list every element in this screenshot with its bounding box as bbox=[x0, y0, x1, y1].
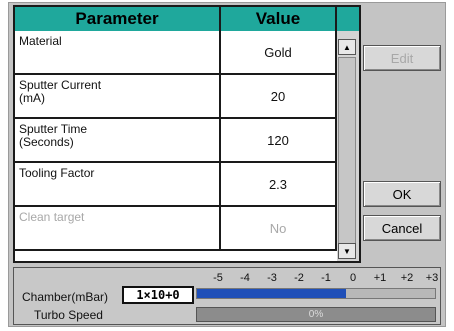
scale-tick-label: -5 bbox=[213, 272, 223, 284]
parameter-cell: Sputter Time (Seconds) bbox=[15, 119, 221, 161]
turbo-speed-value: 0% bbox=[308, 309, 324, 320]
edit-button[interactable]: Edit bbox=[363, 45, 441, 71]
scroll-up-icon[interactable]: ▲ bbox=[338, 39, 356, 55]
status-panel: -5 -4 -3 -2 -1 0 +1 +2 +3 Chamber(mBar) … bbox=[13, 267, 441, 325]
scroll-thumb[interactable] bbox=[338, 57, 356, 251]
pressure-scale: -5 -4 -3 -2 -1 0 +1 +2 +3 bbox=[196, 272, 442, 286]
sputter-settings-window: Parameter Value Material Gold Sputter Cu… bbox=[8, 2, 446, 327]
vertical-scrollbar[interactable]: ▲ ▼ bbox=[337, 31, 359, 261]
value-cell[interactable]: Gold bbox=[221, 31, 337, 73]
scale-tick-label: +3 bbox=[425, 272, 439, 284]
cancel-button[interactable]: Cancel bbox=[363, 215, 441, 241]
turbo-speed-label: Turbo Speed bbox=[34, 308, 103, 322]
scale-tick-label: -1 bbox=[321, 272, 331, 284]
turbo-speed-bar: 0% bbox=[196, 307, 436, 322]
table-row[interactable]: Sputter Time (Seconds) 120 bbox=[15, 119, 337, 163]
pressure-bar-fill bbox=[197, 289, 346, 298]
table-row[interactable]: Tooling Factor 2.3 bbox=[15, 163, 337, 207]
scroll-down-icon[interactable]: ▼ bbox=[338, 243, 356, 259]
parameter-cell: Sputter Current (mA) bbox=[15, 75, 221, 117]
scale-tick-label: 0 bbox=[349, 272, 357, 284]
table-row[interactable]: Material Gold bbox=[15, 31, 337, 75]
scale-tick-label: -4 bbox=[240, 272, 250, 284]
value-cell[interactable]: 20 bbox=[221, 75, 337, 117]
parameter-grid: Parameter Value Material Gold Sputter Cu… bbox=[13, 5, 361, 263]
value-cell: No bbox=[221, 207, 337, 249]
chamber-label: Chamber(mBar) bbox=[22, 290, 109, 304]
parameter-column-header: Parameter bbox=[15, 7, 221, 31]
parameter-cell: Clean target bbox=[15, 207, 221, 249]
value-cell[interactable]: 2.3 bbox=[221, 163, 337, 205]
table-row[interactable]: Sputter Current (mA) 20 bbox=[15, 75, 337, 119]
chamber-pressure-readout: 1×10+0 bbox=[122, 286, 194, 304]
pressure-bar bbox=[196, 288, 436, 299]
header-corner bbox=[337, 7, 359, 31]
scale-tick-label: -2 bbox=[294, 272, 304, 284]
scale-tick-label: +2 bbox=[400, 272, 414, 284]
scale-tick-label: +1 bbox=[373, 272, 387, 284]
ok-button[interactable]: OK bbox=[363, 181, 441, 207]
value-cell[interactable]: 120 bbox=[221, 119, 337, 161]
scale-tick-label: -3 bbox=[267, 272, 277, 284]
parameter-cell: Tooling Factor bbox=[15, 163, 221, 205]
table-row: Clean target No bbox=[15, 207, 337, 251]
parameter-cell: Material bbox=[15, 31, 221, 73]
value-column-header: Value bbox=[221, 7, 337, 31]
